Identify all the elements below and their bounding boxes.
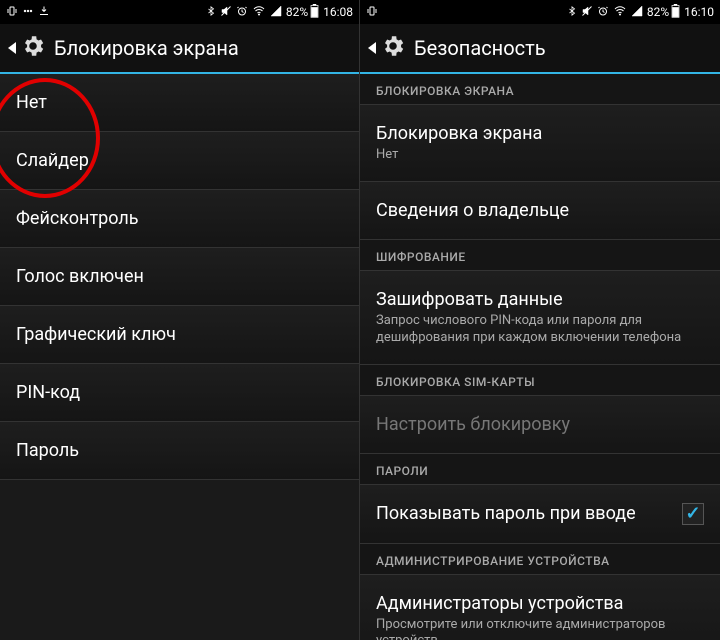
item-encrypt-title: Зашифровать данные: [376, 289, 704, 310]
signal-icon: [631, 5, 643, 20]
item-screenlock-value: Нет: [376, 147, 704, 163]
page-title: Безопасность: [414, 36, 546, 60]
wifi-icon: [252, 5, 266, 20]
page-title: Блокировка экрана: [54, 36, 239, 60]
item-screenlock[interactable]: Блокировка экрана Нет: [360, 105, 720, 182]
item-show-password-label: Показывать пароль при вводе: [376, 503, 636, 524]
lock-options-list: Нет Слайдер Фейсконтроль Голос включен Г…: [0, 74, 359, 640]
item-sim-setup[interactable]: Настроить блокировку: [360, 396, 720, 454]
battery-icon: [310, 4, 319, 21]
lock-option-face[interactable]: Фейсконтроль: [0, 190, 359, 248]
lock-option-pin[interactable]: PIN-код: [0, 364, 359, 422]
battery-pct: 82%: [647, 5, 669, 19]
section-device-admin: АДМИНИСТРИРОВАНИЕ УСТРОЙСТВА: [360, 544, 720, 575]
mute-icon: [220, 5, 232, 20]
chevron-left-icon: [368, 42, 376, 54]
item-owner-info[interactable]: Сведения о владельце: [360, 182, 720, 240]
item-screenlock-title: Блокировка экрана: [376, 123, 704, 144]
lock-option-none[interactable]: Нет: [0, 74, 359, 132]
security-list[interactable]: БЛОКИРОВКА ЭКРАНА Блокировка экрана Нет …: [360, 74, 720, 640]
lock-option-slider[interactable]: Слайдер: [0, 132, 359, 190]
battery-pct: 82%: [286, 5, 308, 19]
wifi-icon: [613, 5, 627, 20]
lock-option-pattern[interactable]: Графический ключ: [0, 306, 359, 364]
action-bar: Блокировка экрана: [0, 24, 359, 74]
item-encrypt[interactable]: Зашифровать данные Запрос числового PIN-…: [360, 271, 720, 365]
section-encryption: ШИФРОВАНИЕ: [360, 240, 720, 271]
gear-icon: [380, 33, 406, 63]
mute-icon: [581, 5, 593, 20]
section-sim-lock: БЛОКИРОВКА SIM-КАРТЫ: [360, 365, 720, 396]
dots-icon: [22, 5, 34, 20]
item-device-admins[interactable]: Администраторы устройства Просмотрите ил…: [360, 575, 720, 640]
chevron-left-icon: [8, 42, 16, 54]
alarm-icon: [236, 5, 248, 20]
back-button[interactable]: [8, 33, 46, 63]
screen-lockscreen-options: 82% 16:08 Блокировка экрана Нет Слайдер …: [0, 0, 360, 640]
item-device-admins-title: Администраторы устройства: [376, 593, 704, 614]
screen-security-settings: 82% 16:10 Безопасность БЛОКИРОВКА ЭКРАНА: [360, 0, 720, 640]
bluetooth-icon: [567, 5, 577, 20]
battery-icon: [671, 4, 680, 21]
section-lockscreen: БЛОКИРОВКА ЭКРАНА: [360, 74, 720, 105]
back-button[interactable]: [368, 33, 406, 63]
lock-option-password[interactable]: Пароль: [0, 422, 359, 480]
alarm-icon: [597, 5, 609, 20]
item-encrypt-sub: Запрос числового PIN-кода или пароля для…: [376, 313, 704, 346]
vibrate-icon: [6, 5, 18, 20]
status-bar: 82% 16:08: [0, 0, 359, 24]
clock: 16:08: [323, 5, 353, 19]
status-bar: 82% 16:10: [360, 0, 720, 24]
item-device-admins-sub: Просмотрите или отключите администраторо…: [376, 617, 704, 640]
download-icon: [38, 5, 50, 20]
bluetooth-icon: [206, 5, 216, 20]
signal-icon: [270, 5, 282, 20]
lock-option-voice[interactable]: Голос включен: [0, 248, 359, 306]
clock: 16:10: [684, 5, 714, 19]
gear-icon: [20, 33, 46, 63]
section-passwords: ПАРОЛИ: [360, 454, 720, 485]
checkbox-icon[interactable]: [682, 503, 704, 525]
action-bar: Безопасность: [360, 24, 720, 74]
item-show-password[interactable]: Показывать пароль при вводе: [360, 485, 720, 544]
vibrate-icon: [366, 5, 378, 20]
